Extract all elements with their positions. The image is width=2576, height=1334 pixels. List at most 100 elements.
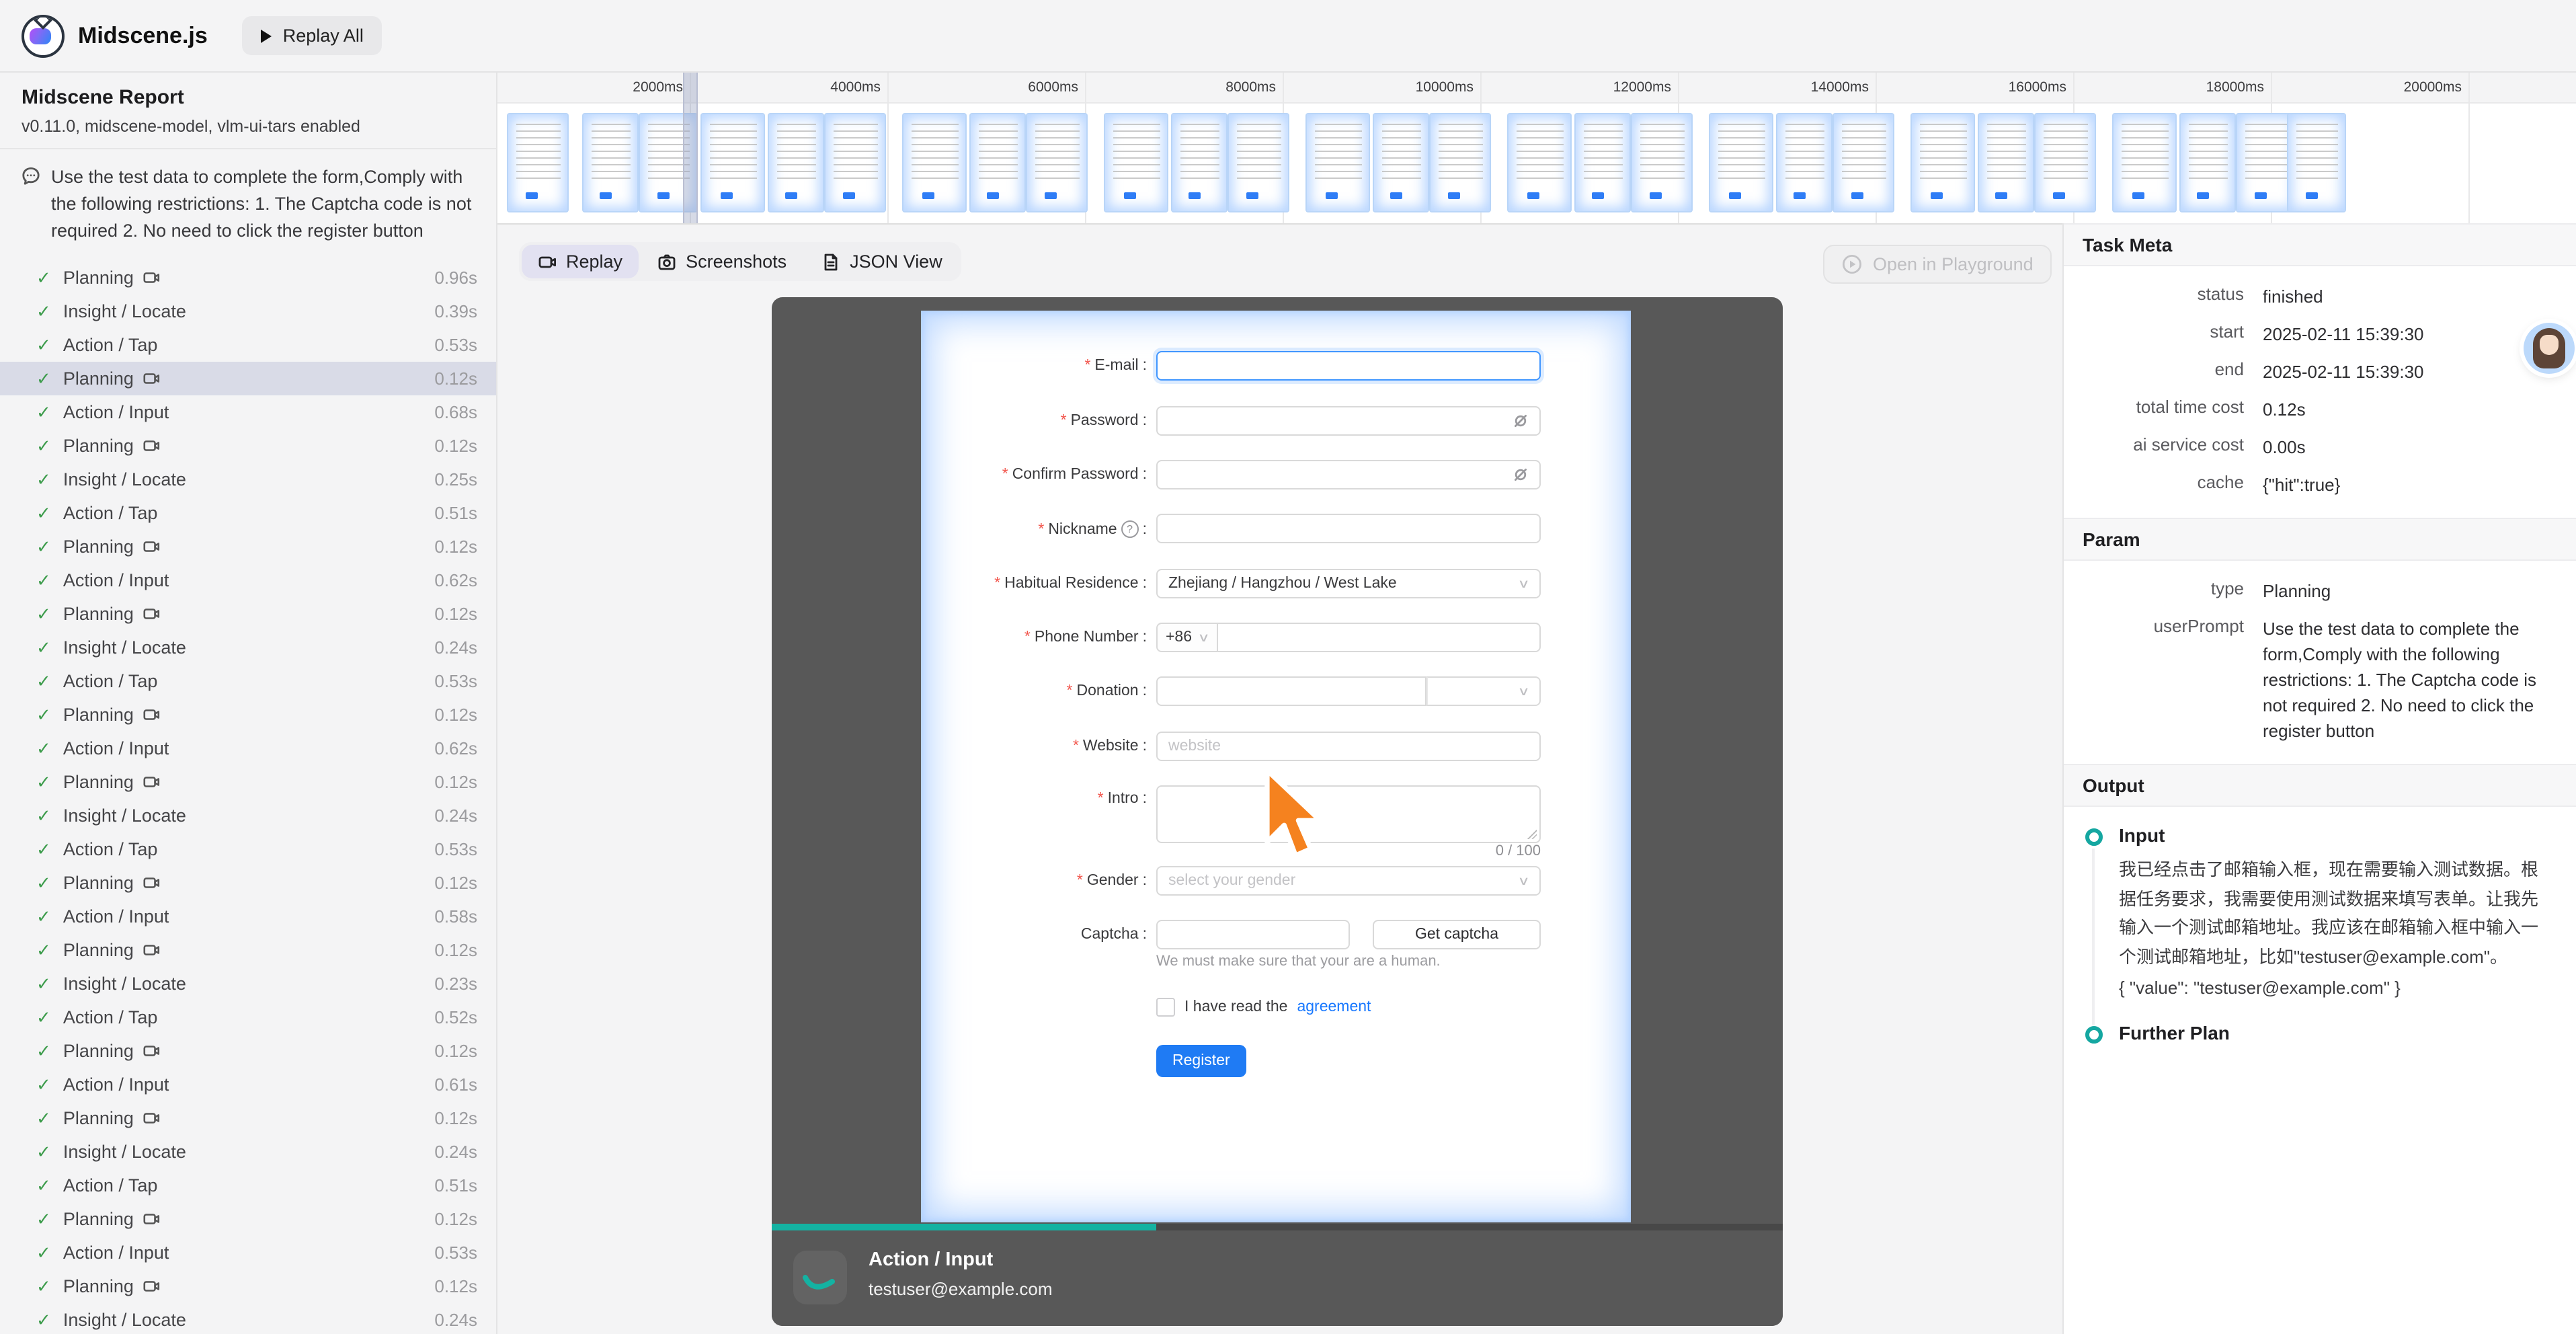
check-icon: ✓: [36, 267, 51, 288]
timeline-thumbnail[interactable]: [1229, 114, 1288, 211]
timeline-thumbnail[interactable]: [1027, 114, 1086, 211]
sidebar-task-item[interactable]: ✓ Planning 0.12s: [0, 1034, 496, 1068]
assistant-avatar[interactable]: [2524, 323, 2575, 374]
param-rows: typePlanninguserPromptUse the test data …: [2064, 561, 2576, 764]
timeline-thumbnail[interactable]: [583, 114, 637, 211]
sidebar-task-item[interactable]: ✓ Action / Input 0.58s: [0, 900, 496, 933]
sidebar-task-item[interactable]: ✓ Action / Tap 0.53s: [0, 328, 496, 362]
task-item-duration: 0.51s: [434, 503, 477, 523]
timeline-thumbnail[interactable]: [971, 114, 1024, 211]
timeline-thumbnail[interactable]: [1172, 114, 1226, 211]
timeline-thumbnail[interactable]: [1105, 114, 1167, 211]
timeline-thumbnail[interactable]: [2181, 114, 2235, 211]
timeline-thumbnail[interactable]: [702, 114, 764, 211]
sidebar-task-item[interactable]: ✓ Planning 0.12s: [0, 698, 496, 732]
sidebar-task-item[interactable]: ✓ Insight / Locate 0.24s: [0, 799, 496, 832]
video-camera-icon: [143, 1042, 161, 1060]
sidebar-task-item[interactable]: ✓ Insight / Locate 0.25s: [0, 463, 496, 496]
check-icon: ✓: [36, 637, 51, 658]
sidebar-task-item[interactable]: ✓ Action / Tap 0.53s: [0, 664, 496, 698]
timeline-thumbnail[interactable]: [1710, 114, 1772, 211]
timeline-thumbnail[interactable]: [1777, 114, 1831, 211]
midscene-report-page: Midscene.js Replay All Midscene Report v…: [0, 0, 2576, 1334]
timeline-tick-label: 14000ms: [1811, 79, 1876, 95]
timeline-thumbnail[interactable]: [1307, 114, 1369, 211]
check-icon: ✓: [36, 872, 51, 894]
replay-all-button[interactable]: Replay All: [243, 16, 383, 55]
timeline-thumbnail[interactable]: [1576, 114, 1629, 211]
replay-cursor-icon: [1262, 767, 1332, 869]
timeline-thumbnail[interactable]: [2114, 114, 2175, 211]
timeline-thumbnail[interactable]: [2036, 114, 2095, 211]
sidebar-task-item[interactable]: ✓ Insight / Locate 0.24s: [0, 631, 496, 664]
timeline-thumbnail[interactable]: [508, 114, 567, 211]
timeline-bullet-icon: [2085, 828, 2103, 846]
sidebar-task-item[interactable]: ✓ Action / Tap 0.53s: [0, 832, 496, 866]
task-item-duration: 0.12s: [434, 940, 477, 960]
sidebar-task-item[interactable]: ✓ Action / Input 0.61s: [0, 1068, 496, 1101]
timeline-thumbnail[interactable]: [1912, 114, 1974, 211]
timeline-thumbnail[interactable]: [2288, 114, 2345, 211]
replay-progress-bar[interactable]: [772, 1224, 1783, 1230]
timeline-thumbnail[interactable]: [1834, 114, 1893, 211]
sidebar-task-item[interactable]: ✓ Action / Input 0.62s: [0, 563, 496, 597]
sidebar-task-item[interactable]: ✓ Planning 0.12s: [0, 765, 496, 799]
sidebar-task-item[interactable]: ✓ Action / Tap 0.51s: [0, 496, 496, 530]
report-header: Midscene Report v0.11.0, midscene-model,…: [0, 73, 496, 149]
tab-replay[interactable]: Replay: [522, 245, 639, 278]
check-icon: ✓: [36, 939, 51, 961]
video-camera-icon: [143, 605, 161, 623]
task-item-label: Action / Tap: [63, 335, 158, 355]
timeline-thumbnail[interactable]: [1979, 114, 2033, 211]
sidebar-task-item[interactable]: ✓ Action / Tap 0.52s: [0, 1000, 496, 1034]
sidebar-task-item[interactable]: ✓ Insight / Locate 0.39s: [0, 295, 496, 328]
task-item-duration: 0.96s: [434, 268, 477, 288]
meta-value: 2025-02-11 15:39:30: [2263, 359, 2554, 385]
password-input: [1156, 406, 1541, 436]
sidebar-task-item[interactable]: ✓ Insight / Locate 0.24s: [0, 1303, 496, 1334]
timeline-thumbnail[interactable]: [1374, 114, 1428, 211]
check-icon: ✓: [36, 1141, 51, 1163]
sidebar-task-item[interactable]: ✓ Planning 0.12s: [0, 429, 496, 463]
timeline-thumbnail[interactable]: [1632, 114, 1691, 211]
sidebar-task-item[interactable]: ✓ Insight / Locate 0.24s: [0, 1135, 496, 1169]
sidebar-task-item[interactable]: ✓ Planning 0.96s: [0, 261, 496, 295]
task-item-label: Action / Input: [63, 402, 169, 422]
register-button: Register: [1156, 1045, 1246, 1077]
meta-value: Planning: [2263, 578, 2554, 604]
output-entry-title: Input: [2119, 824, 2554, 846]
form-row-nickname: *Nickname?:: [921, 514, 1631, 543]
check-icon: ✓: [36, 1175, 51, 1196]
open-in-playground-button[interactable]: Open in Playground: [1823, 245, 2052, 284]
sidebar-task-item[interactable]: ✓ Planning 0.12s: [0, 1269, 496, 1303]
timeline-thumbnail[interactable]: [2237, 114, 2296, 211]
timeline-thumbnail[interactable]: [903, 114, 965, 211]
video-camera-icon: [143, 1278, 161, 1295]
task-item-duration: 0.25s: [434, 469, 477, 489]
sidebar-task-item[interactable]: ✓ Action / Input 0.62s: [0, 732, 496, 765]
task-item-label: Action / Input: [63, 1074, 169, 1095]
sidebar-task-item[interactable]: ✓ Action / Input 0.68s: [0, 395, 496, 429]
sidebar-task-item[interactable]: ✓ Action / Input 0.53s: [0, 1236, 496, 1269]
sidebar-task-item[interactable]: ✓ Planning 0.12s: [0, 1202, 496, 1236]
sidebar-task-item[interactable]: ✓ Planning 0.12s: [0, 866, 496, 900]
timeline-thumbnail[interactable]: [1508, 114, 1570, 211]
timeline-thumbnail[interactable]: [769, 114, 823, 211]
email-input: [1156, 351, 1541, 381]
tab-json-view[interactable]: JSON View: [805, 245, 959, 278]
file-icon: [821, 252, 840, 271]
timeline-thumbnail[interactable]: [1431, 114, 1490, 211]
donation-input: [1156, 676, 1426, 706]
timeline-thumbnail[interactable]: [826, 114, 885, 211]
sidebar-task-item[interactable]: ✓ Planning 0.12s: [0, 933, 496, 967]
sidebar-task-item[interactable]: ✓ Planning 0.12s: [0, 597, 496, 631]
sidebar-task-item[interactable]: ✓ Action / Tap 0.51s: [0, 1169, 496, 1202]
sidebar-task-item[interactable]: ✓ Planning 0.12s: [0, 362, 496, 395]
task-item-duration: 0.24s: [434, 1142, 477, 1162]
tab-screenshots[interactable]: Screenshots: [641, 245, 803, 278]
sidebar-task-item[interactable]: ✓ Planning 0.12s: [0, 1101, 496, 1135]
video-camera-icon: [143, 773, 161, 791]
sidebar-task-item[interactable]: ✓ Insight / Locate 0.23s: [0, 967, 496, 1000]
sidebar-task-item[interactable]: ✓ Planning 0.12s: [0, 530, 496, 563]
timeline-playhead[interactable]: [683, 73, 698, 223]
